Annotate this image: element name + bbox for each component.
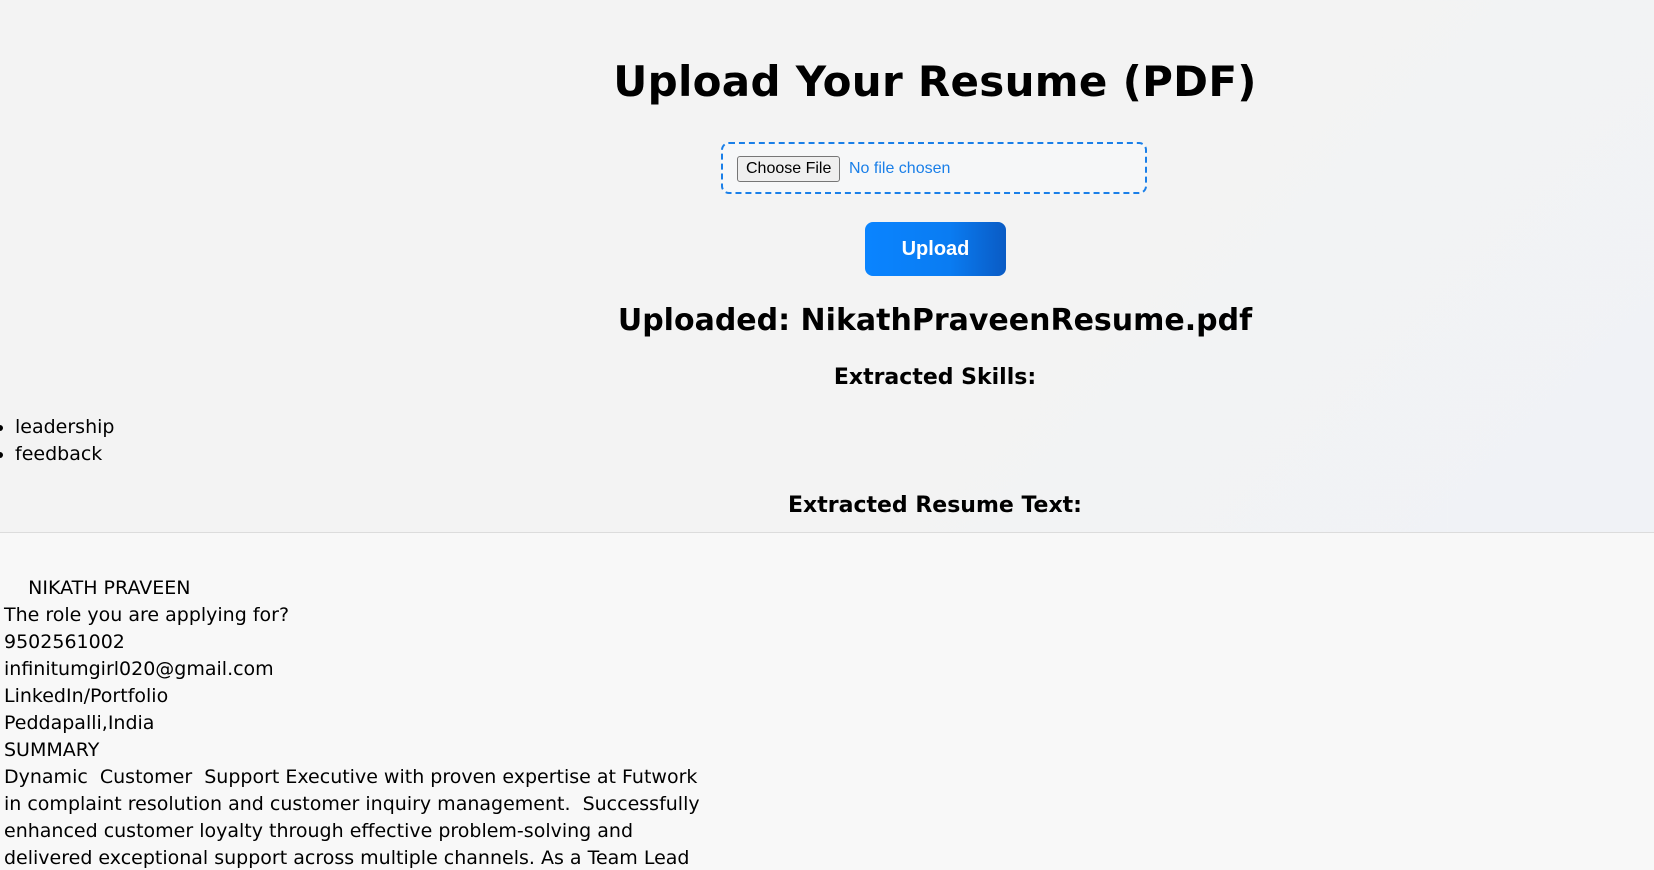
resume-text-heading: Extracted Resume Text:	[788, 493, 1082, 518]
resume-line: NIKATH PRAVEEN	[4, 577, 191, 599]
bullet-icon	[0, 425, 3, 431]
uploaded-file-heading: Uploaded: NikathPraveenResume.pdf	[617, 303, 1253, 338]
skill-item: leadership	[0, 414, 114, 441]
resume-text-body: NIKATH PRAVEEN The role you are applying…	[4, 575, 700, 870]
page-title: Upload Your Resume (PDF)	[613, 57, 1257, 106]
resume-line: infinitumgirl020@gmail.com	[4, 658, 274, 680]
resume-line: delivered exceptional support across mul…	[4, 847, 690, 869]
skills-heading: Extracted Skills:	[833, 365, 1037, 390]
choose-file-button[interactable]: Choose File	[737, 156, 841, 182]
resume-line: SUMMARY	[4, 739, 100, 761]
resume-line: Dynamic Customer Support Executive with …	[4, 766, 698, 788]
resume-text-panel[interactable]: NIKATH PRAVEEN The role you are applying…	[0, 532, 1654, 870]
resume-line: The role you are applying for?	[4, 604, 290, 626]
upload-button[interactable]: Upload	[865, 222, 1006, 276]
file-status-text: No file chosen	[849, 160, 951, 177]
resume-line: Peddapalli,India	[4, 712, 155, 734]
skill-label: leadership	[15, 416, 115, 438]
bullet-icon	[0, 452, 3, 458]
file-drop-zone[interactable]: Choose File No file chosen	[721, 142, 1147, 194]
skill-item: feedback	[0, 441, 114, 468]
resume-line: enhanced customer loyalty through effect…	[4, 820, 634, 842]
resume-line: LinkedIn/Portfolio	[4, 685, 169, 707]
skill-label: feedback	[15, 443, 103, 465]
resume-line: 9502561002	[4, 631, 125, 653]
resume-line: in complaint resolution and customer inq…	[4, 793, 700, 815]
skills-list: leadership feedback	[0, 414, 114, 468]
